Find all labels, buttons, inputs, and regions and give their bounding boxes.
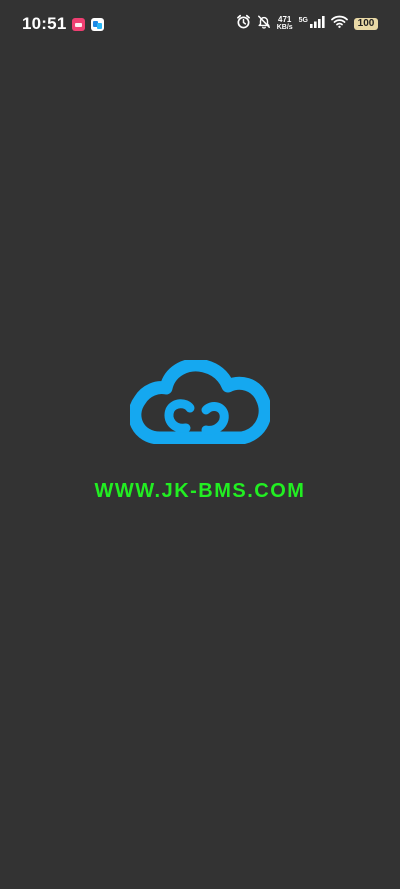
splash-screen: 10:51 471 KB/s 5G 100 WWW.JK-BMS.COM: [0, 0, 400, 889]
app-notification-icon-blue: [91, 17, 105, 31]
network-type-label: 5G: [298, 16, 308, 24]
network-speed: 471 KB/s: [277, 16, 293, 32]
splash-content: WWW.JK-BMS.COM: [0, 360, 400, 503]
network-speed-value: 471: [278, 15, 292, 24]
bell-muted-icon: [257, 14, 271, 34]
website-url-label: WWW.JK-BMS.COM: [94, 480, 306, 502]
alarm-icon: [236, 14, 251, 34]
wifi-icon: [331, 15, 348, 33]
cloud-logo-icon: [130, 360, 270, 444]
battery-icon: 100: [354, 18, 378, 30]
status-bar-right: 471 KB/s 5G 100: [236, 14, 378, 34]
cellular-signal-icon: [310, 15, 325, 33]
battery-level-text: 100: [357, 18, 375, 29]
status-time: 10:51: [22, 14, 67, 33]
app-notification-icon-pink: [72, 17, 86, 31]
network-speed-unit: KB/s: [276, 24, 293, 31]
status-bar: 10:51 471 KB/s 5G 100: [0, 0, 400, 48]
status-bar-left: 10:51: [22, 14, 105, 34]
